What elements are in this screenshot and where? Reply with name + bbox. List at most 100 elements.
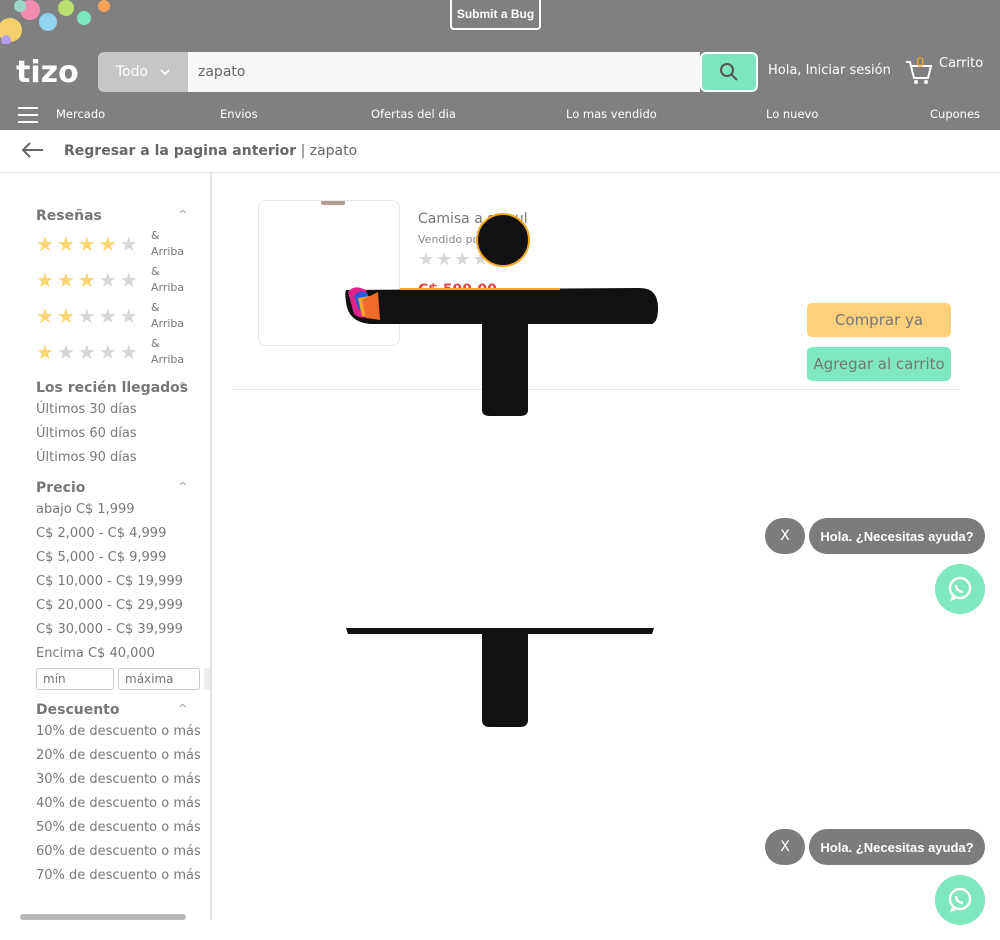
discount-filter-10[interactable]: 10% de descuento o más <box>36 724 201 739</box>
price-filter-5[interactable]: C$ 20,000 - C$ 29,999 <box>36 598 183 613</box>
search-category-label: Todo <box>115 64 149 80</box>
star-icon: ★ <box>56 304 75 328</box>
add-to-cart-button[interactable]: Agregar al carrito <box>807 347 951 381</box>
star-icon: ★ <box>56 268 75 292</box>
reviews-title: Reseñas <box>36 208 102 224</box>
chevron-up-icon[interactable]: ^ <box>178 702 187 715</box>
price-filter-3[interactable]: C$ 5,000 - C$ 9,999 <box>36 550 166 565</box>
discount-filter-20[interactable]: 20% de descuento o más <box>36 748 201 763</box>
breadcrumb: Regresar a la pagina anterior | zapato <box>0 131 1000 173</box>
max-price-input[interactable] <box>118 668 200 690</box>
star-icon: ★ <box>36 268 54 292</box>
whatsapp-button[interactable] <box>935 564 985 614</box>
cart-label: Carrito <box>939 56 984 71</box>
filter-30-days[interactable]: Últimos 30 días <box>36 402 137 417</box>
sidebar-horizontal-scrollbar[interactable] <box>20 914 186 920</box>
star-icon: ★ <box>98 340 117 364</box>
filter-60-days[interactable]: Últimos 60 días <box>36 426 137 441</box>
cart-link[interactable]: 0 Carrito <box>904 56 994 88</box>
search-category-select[interactable]: Todo <box>98 52 188 92</box>
rating-3-filter[interactable]: ★ ★ ★ ★ ★ <box>36 270 138 290</box>
nav-item-ofertas[interactable]: Ofertas del dia <box>371 107 456 121</box>
back-arrow-icon[interactable] <box>22 141 44 159</box>
discount-filter-60[interactable]: 60% de descuento o más <box>36 844 201 859</box>
chat-help-bubble[interactable]: Hola. ¿Necesitas ayuda? <box>809 518 985 554</box>
price-filter-6[interactable]: C$ 30,000 - C$ 39,999 <box>36 622 183 637</box>
price-filter-4[interactable]: C$ 10,000 - C$ 19,999 <box>36 574 183 589</box>
nav-item-envios[interactable]: Envios <box>220 107 258 121</box>
breadcrumb-query: zapato <box>309 143 358 159</box>
new-arrivals-title: Los recién llegados <box>36 380 189 396</box>
price-filter-2[interactable]: C$ 2,000 - C$ 4,999 <box>36 526 166 541</box>
breadcrumb-separator: | <box>300 143 306 159</box>
price-title: Precio <box>36 480 86 496</box>
back-link[interactable]: Regresar a la pagina anterior <box>64 143 296 159</box>
discount-title: Descuento <box>36 702 120 718</box>
star-icon: ★ <box>119 232 138 256</box>
star-icon: ★ <box>119 340 138 364</box>
nav-item-nuevo[interactable]: Lo nuevo <box>766 107 818 121</box>
chevron-down-icon <box>160 69 170 75</box>
top-header: Submit a Bug tizo Todo Hola, Iniciar ses… <box>0 0 1000 130</box>
star-icon: ★ <box>36 340 54 364</box>
tizo-logo[interactable]: tizo <box>16 54 88 90</box>
product-thumbnail <box>321 201 345 205</box>
chevron-up-icon[interactable]: ^ <box>178 380 187 393</box>
discount-filter-40[interactable]: 40% de descuento o más <box>36 796 201 811</box>
rating-4-filter[interactable]: ★ ★ ★ ★ ★ <box>36 234 138 254</box>
chevron-up-icon[interactable]: ^ <box>178 208 187 221</box>
whatsapp-icon <box>948 887 972 912</box>
nav-item-cupones[interactable]: Cupones <box>930 107 980 121</box>
decorative-splash-icon <box>0 0 110 44</box>
search-input[interactable] <box>188 52 700 92</box>
breadcrumb-text: Regresar a la pagina anterior | zapato <box>64 143 357 159</box>
discount-filter-50[interactable]: 50% de descuento o más <box>36 820 201 835</box>
nav-item-mas-vendido[interactable]: Lo mas vendido <box>566 107 657 121</box>
chevron-up-icon[interactable]: ^ <box>178 480 187 493</box>
chat-close-button[interactable]: X <box>765 518 805 554</box>
discount-filter-30[interactable]: 30% de descuento o más <box>36 772 201 787</box>
rating-3-label: & Arriba <box>151 265 185 294</box>
star-icon: ★ <box>36 232 54 256</box>
star-icon: ★ <box>119 268 138 292</box>
star-icon: ★ <box>56 232 75 256</box>
price-filter-7[interactable]: Encima C$ 40,000 <box>36 646 155 661</box>
star-icon: ★ <box>36 304 54 328</box>
cart-count: 0 <box>916 56 925 71</box>
search-icon <box>720 63 738 81</box>
discount-filter-70[interactable]: 70% de descuento o más <box>36 868 201 883</box>
buy-now-button[interactable]: Comprar ya <box>807 303 951 337</box>
star-icon: ★ <box>98 268 117 292</box>
rating-1-label: & Arriba <box>151 337 185 366</box>
star-icon: ★ <box>119 304 138 328</box>
rating-2-label: & Arriba <box>151 301 185 330</box>
nav-item-mercado[interactable]: Mercado <box>56 107 105 121</box>
star-icon: ★ <box>77 232 96 256</box>
menu-icon[interactable] <box>18 104 38 123</box>
star-icon: ★ <box>56 340 75 364</box>
filter-sidebar: Reseñas ^ ★ ★ ★ ★ ★ & Arriba ★ ★ ★ ★ ★ & Arriba ★ ★… <box>0 172 212 920</box>
svg-text:tizo: tizo <box>16 55 79 90</box>
star-icon: ★ <box>98 304 117 328</box>
search-button[interactable] <box>700 52 758 92</box>
star-icon: ★ <box>77 340 96 364</box>
filter-90-days[interactable]: Últimos 90 días <box>36 450 137 465</box>
rating-2-filter[interactable]: ★ ★ ★ ★ ★ <box>36 306 138 326</box>
rating-4-label: & Arriba <box>151 229 185 258</box>
overlay-glitch-shape <box>345 213 658 727</box>
chat-close-button[interactable]: X <box>765 829 805 865</box>
star-icon: ★ <box>98 232 117 256</box>
login-link[interactable]: Hola, Iniciar sesión <box>768 63 891 78</box>
rating-1-filter[interactable]: ★ ★ ★ ★ ★ <box>36 342 138 362</box>
star-icon: ★ <box>77 268 96 292</box>
whatsapp-icon <box>948 576 972 601</box>
min-price-input[interactable] <box>36 668 114 690</box>
submit-bug-button[interactable]: Submit a Bug <box>450 0 541 30</box>
chat-help-bubble[interactable]: Hola. ¿Necesitas ayuda? <box>809 829 985 865</box>
star-icon: ★ <box>77 304 96 328</box>
whatsapp-button[interactable] <box>935 875 985 925</box>
search-bar: Todo <box>98 52 758 92</box>
price-filter-1[interactable]: abajo C$ 1,999 <box>36 502 135 517</box>
price-go-button[interactable] <box>204 668 210 690</box>
main-nav: Mercado Envios Ofertas del dia Lo mas ve… <box>0 104 1000 126</box>
